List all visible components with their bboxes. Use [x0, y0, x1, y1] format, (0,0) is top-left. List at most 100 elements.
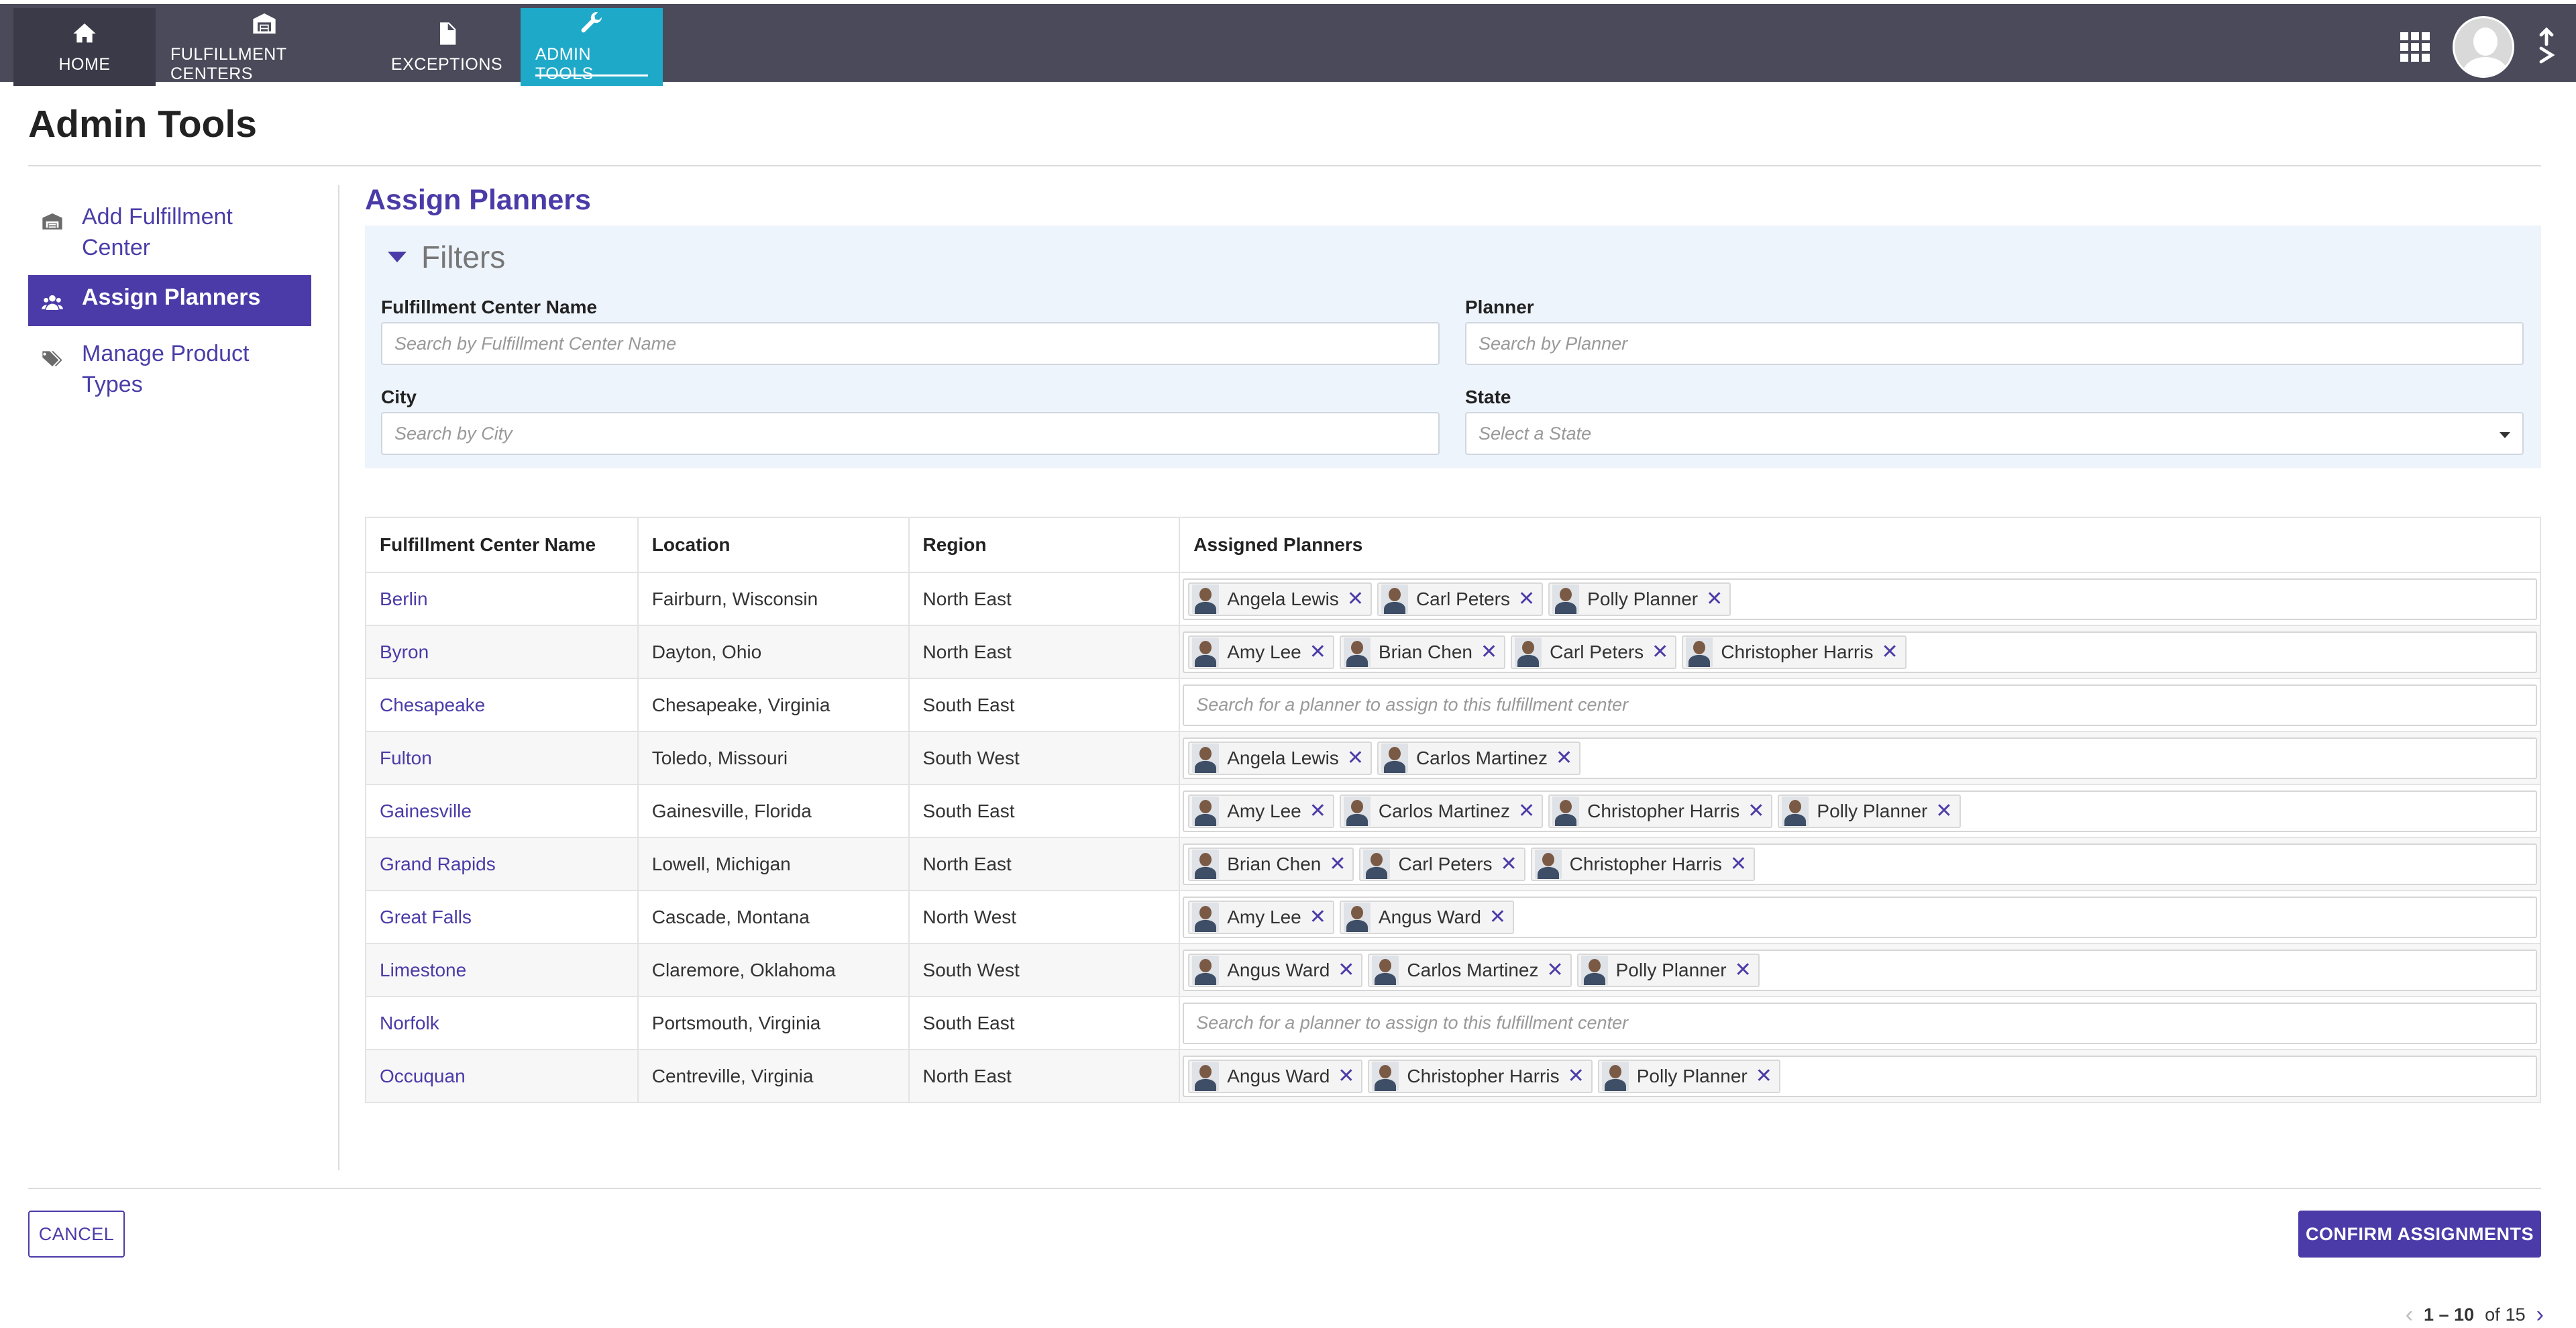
remove-planner-icon[interactable]: ✕	[1481, 640, 1497, 664]
top-navigation-bar: HOME FULFILLMENT CENTERS EXCEPTIONS ADMI…	[0, 0, 2576, 86]
planner-tag: Amy Lee ✕	[1188, 900, 1334, 934]
remove-planner-icon[interactable]: ✕	[1546, 958, 1563, 982]
fulfillment-center-link[interactable]: Chesapeake	[380, 695, 485, 715]
remove-planner-icon[interactable]: ✕	[1309, 799, 1326, 823]
sidebar-item-add-fulfillment-center[interactable]: Add Fulfillment Center	[28, 195, 311, 270]
cell-assigned-planners: Angus Ward ✕ Christopher Harris ✕ Polly Plan…	[1179, 1049, 2541, 1103]
remove-planner-icon[interactable]: ✕	[1730, 852, 1747, 876]
fulfillment-center-link[interactable]: Norfolk	[380, 1013, 439, 1033]
remove-planner-icon[interactable]: ✕	[1652, 640, 1668, 664]
remove-planner-icon[interactable]: ✕	[1881, 640, 1898, 664]
planner-name: Carl Peters	[1550, 641, 1644, 662]
remove-planner-icon[interactable]: ✕	[1338, 1064, 1354, 1088]
column-header-region[interactable]: Region	[908, 517, 1181, 573]
remove-planner-icon[interactable]: ✕	[1329, 852, 1346, 876]
wrench-icon	[581, 12, 602, 33]
filters-toggle[interactable]: Filters	[388, 239, 505, 275]
sign-out-icon[interactable]	[2537, 27, 2556, 68]
planner-avatar	[1515, 637, 1542, 667]
planner-tag: Brian Chen ✕	[1188, 847, 1354, 881]
planner-avatar	[1343, 902, 1371, 932]
planner-avatar	[1534, 849, 1562, 879]
column-header-fc-name[interactable]: Fulfillment Center Name	[365, 517, 639, 573]
nav-exceptions[interactable]: EXCEPTIONS	[373, 8, 521, 86]
cell-region: South East	[908, 784, 1181, 838]
planner-tag-input[interactable]: Angus Ward ✕ Carlos Martinez ✕ Polly Planner…	[1183, 949, 2537, 991]
remove-planner-icon[interactable]: ✕	[1347, 746, 1364, 770]
fulfillment-center-link[interactable]: Occuquan	[380, 1066, 466, 1086]
planner-search-placeholder: Search for a planner to assign to this f…	[1196, 1013, 1629, 1033]
planner-tag: Angus Ward ✕	[1188, 1059, 1363, 1093]
users-icon	[42, 295, 63, 310]
fulfillment-center-link[interactable]: Great Falls	[380, 907, 472, 927]
planner-tag-input[interactable]: Amy Lee ✕ Carlos Martinez ✕ Christopher Harr…	[1183, 790, 2537, 832]
cell-fc-name: Occuquan	[365, 1049, 639, 1103]
remove-planner-icon[interactable]: ✕	[1756, 1064, 1772, 1088]
planner-search-input[interactable]	[1465, 322, 2524, 365]
planner-tag-input[interactable]: Search for a planner to assign to this f…	[1183, 1002, 2537, 1044]
cell-location: Toledo, Missouri	[637, 731, 910, 785]
remove-planner-icon[interactable]: ✕	[1568, 1064, 1585, 1088]
apps-grid-icon[interactable]	[2400, 32, 2430, 62]
fulfillment-center-link[interactable]: Berlin	[380, 589, 428, 609]
cell-location: Portsmouth, Virginia	[637, 996, 910, 1050]
planner-assignments-table: Fulfillment Center Name Location Region …	[365, 517, 2541, 1103]
planner-name: Christopher Harris	[1407, 1065, 1560, 1086]
fc-name-search-input[interactable]	[381, 322, 1440, 365]
chevron-left-icon[interactable]: ‹	[2406, 1302, 2413, 1328]
remove-planner-icon[interactable]: ✕	[1518, 587, 1535, 611]
planner-avatar	[1192, 796, 1220, 826]
remove-planner-icon[interactable]: ✕	[1309, 640, 1326, 664]
planner-tag-input[interactable]: Angus Ward ✕ Christopher Harris ✕ Polly Plan…	[1183, 1055, 2537, 1097]
planner-avatar	[1192, 584, 1220, 614]
fulfillment-center-link[interactable]: Limestone	[380, 960, 466, 980]
remove-planner-icon[interactable]: ✕	[1735, 958, 1752, 982]
remove-planner-icon[interactable]: ✕	[1501, 852, 1517, 876]
planner-tag: Angus Ward ✕	[1339, 900, 1515, 934]
user-avatar[interactable]	[2453, 16, 2514, 78]
nav-admin-tools[interactable]: ADMIN TOOLS	[521, 8, 663, 86]
remove-planner-icon[interactable]: ✕	[1518, 799, 1535, 823]
cell-fc-name: Great Falls	[365, 890, 639, 944]
remove-planner-icon[interactable]: ✕	[1338, 958, 1354, 982]
planner-tag-input[interactable]: Search for a planner to assign to this f…	[1183, 684, 2537, 726]
state-select[interactable]: Select a State	[1465, 412, 2524, 455]
planner-tag: Carl Peters ✕	[1377, 582, 1544, 616]
planner-tag-input[interactable]: Brian Chen ✕ Carl Peters ✕ Christopher Harri…	[1183, 843, 2537, 885]
planner-tag-input[interactable]: Amy Lee ✕ Brian Chen ✕ Carl Peters ✕ Christoph…	[1183, 631, 2537, 673]
remove-planner-icon[interactable]: ✕	[1706, 587, 1723, 611]
pagination-total: 15	[2505, 1305, 2526, 1325]
cancel-button[interactable]: CANCEL	[28, 1211, 125, 1258]
sidebar-item-assign-planners[interactable]: Assign Planners	[28, 275, 311, 326]
table-body: Berlin Fairburn, Wisconsin North East Angel…	[365, 572, 2541, 1103]
nav-home[interactable]: HOME	[13, 8, 156, 86]
remove-planner-icon[interactable]: ✕	[1309, 905, 1326, 929]
planner-tag-input[interactable]: Angela Lewis ✕ Carl Peters ✕ Polly Planner ✕	[1183, 578, 2537, 620]
remove-planner-icon[interactable]: ✕	[1935, 799, 1952, 823]
chevron-right-icon[interactable]: ›	[2536, 1302, 2544, 1328]
fulfillment-center-link[interactable]: Byron	[380, 642, 429, 662]
city-search-input[interactable]	[381, 412, 1440, 455]
sidebar-item-manage-product-types[interactable]: Manage Product Types	[28, 331, 311, 407]
planner-avatar	[1601, 1061, 1629, 1091]
planner-tag: Carlos Martinez ✕	[1368, 953, 1572, 987]
planner-tag: Brian Chen ✕	[1339, 635, 1506, 669]
tags-icon	[42, 351, 62, 366]
fulfillment-center-link[interactable]: Gainesville	[380, 801, 472, 821]
planner-tag-input[interactable]: Amy Lee ✕ Angus Ward ✕	[1183, 896, 2537, 938]
fulfillment-center-link[interactable]: Grand Rapids	[380, 854, 496, 874]
fulfillment-center-link[interactable]: Fulton	[380, 748, 432, 768]
remove-planner-icon[interactable]: ✕	[1347, 587, 1364, 611]
remove-planner-icon[interactable]: ✕	[1489, 905, 1506, 929]
nav-fulfillment-centers-label: FULFILLMENT CENTERS	[170, 45, 287, 83]
fc-name-label: Fulfillment Center Name	[381, 297, 598, 317]
planner-name: Christopher Harris	[1587, 800, 1740, 821]
planner-tag-input[interactable]: Angela Lewis ✕ Carlos Martinez ✕	[1183, 737, 2537, 779]
planner-avatar	[1343, 796, 1371, 826]
remove-planner-icon[interactable]: ✕	[1748, 799, 1764, 823]
column-header-location[interactable]: Location	[637, 517, 910, 573]
nav-fulfillment-centers[interactable]: FULFILLMENT CENTERS	[156, 8, 373, 86]
admin-sidebar: Add Fulfillment Center Assign Planners M…	[28, 195, 311, 407]
remove-planner-icon[interactable]: ✕	[1556, 746, 1572, 770]
confirm-assignments-button[interactable]: CONFIRM ASSIGNMENTS	[2298, 1211, 2541, 1258]
